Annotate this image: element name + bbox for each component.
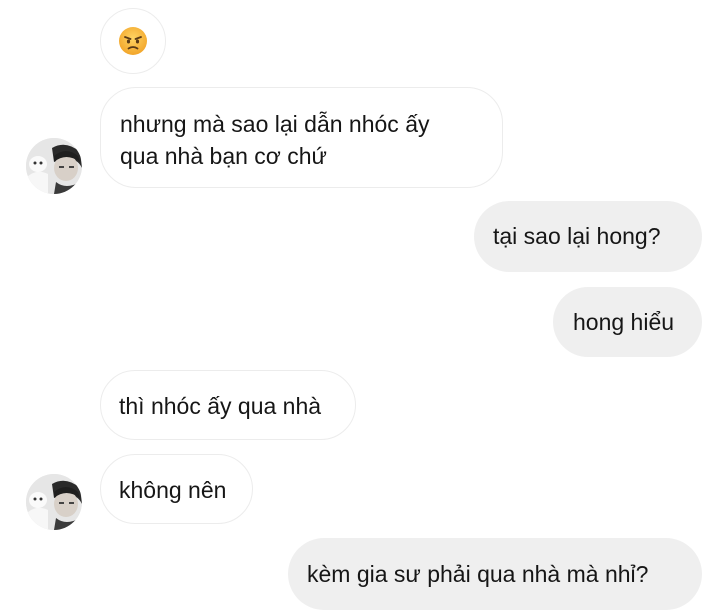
message-text: kèm gia sư phải qua nhà mà nhỉ? [307, 561, 649, 587]
message-text: tại sao lại hong? [493, 223, 661, 249]
outgoing-message-bubble[interactable]: hong hiểu [553, 287, 702, 357]
message-text: hong hiểu [573, 309, 675, 335]
emoji-message-bubble[interactable] [100, 8, 166, 74]
message-text-line: nhưng mà sao lại dẫn nhóc ấy [120, 111, 430, 137]
message-text: không nên [119, 477, 227, 503]
sender-avatar[interactable] [26, 138, 82, 194]
incoming-message-bubble[interactable]: thì nhóc ấy qua nhà [100, 370, 356, 440]
incoming-message-bubble[interactable]: không nên [100, 454, 253, 524]
message-text-line: qua nhà bạn cơ chứ [120, 143, 327, 169]
message-text: thì nhóc ấy qua nhà [119, 393, 322, 419]
outgoing-message-bubble[interactable]: tại sao lại hong? [474, 201, 702, 272]
avatar-photo-icon [26, 138, 82, 194]
angry-face-emoji-icon [119, 27, 147, 55]
incoming-message-bubble[interactable]: nhưng mà sao lại dẫn nhóc ấy qua nhà bạn… [100, 87, 503, 188]
avatar-photo-icon [26, 474, 82, 530]
outgoing-message-bubble[interactable]: kèm gia sư phải qua nhà mà nhỉ? [288, 538, 702, 610]
sender-avatar[interactable] [26, 474, 82, 530]
